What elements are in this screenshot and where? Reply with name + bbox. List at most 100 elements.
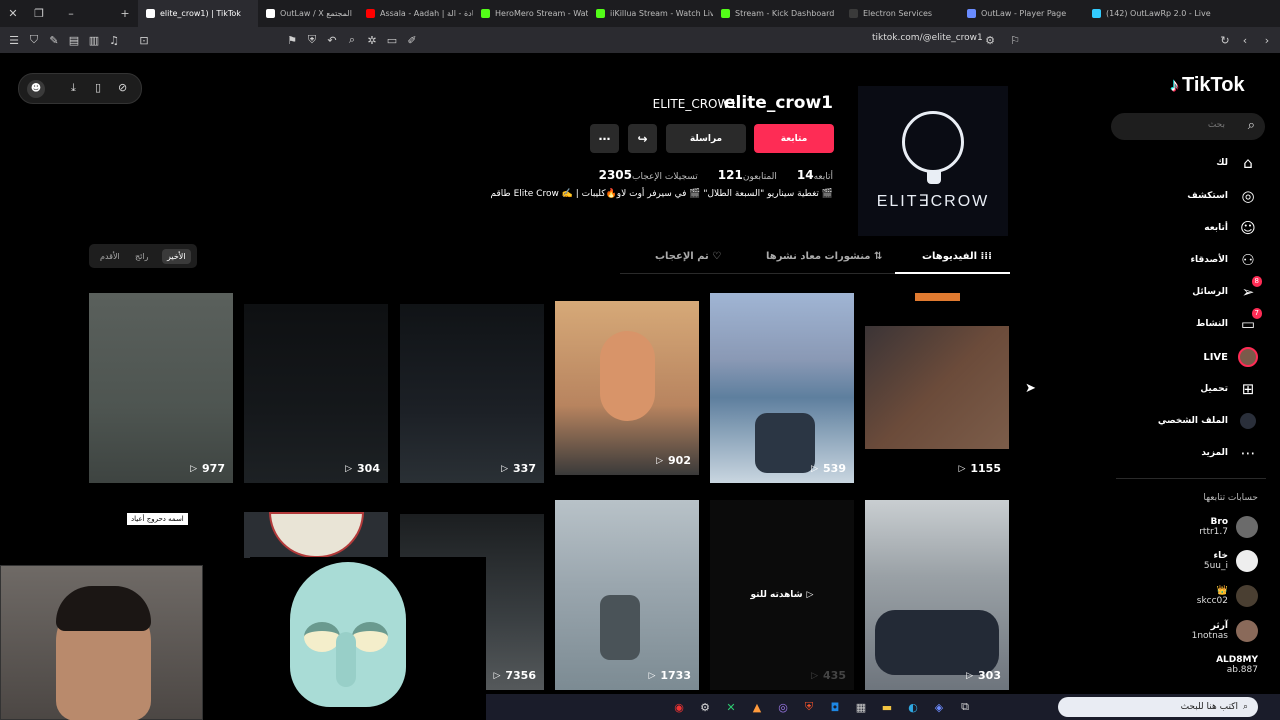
followers-stat[interactable]: المتابعون121	[712, 164, 777, 183]
sidebar-item-live[interactable]: LIVE	[1203, 347, 1258, 367]
download-icon[interactable]: ⤓	[71, 81, 76, 95]
brave-icon[interactable]: ⛨	[796, 697, 822, 717]
tabs-icon[interactable]: ▤	[64, 30, 84, 50]
app-red-icon[interactable]: ◉	[666, 697, 692, 717]
video-card[interactable]: ▷ 1155	[865, 293, 1009, 483]
view-count: ▷ 1155	[958, 462, 1001, 475]
sidebar-item-activity[interactable]: النشاط ▭ 7	[1196, 308, 1262, 334]
tab-kick-heromero[interactable]: HeroMero Stream - Watch	[473, 0, 588, 27]
sort-latest[interactable]: الأخير	[162, 249, 191, 264]
following-account[interactable]: آرثر 1notnas	[1192, 620, 1258, 642]
video-card[interactable]: ▷ 1733	[555, 500, 699, 690]
bot-icon[interactable]: ☻	[27, 80, 45, 98]
sort-popular[interactable]: رائج	[130, 249, 153, 264]
sidebar-item-label: المزيد	[1201, 448, 1228, 458]
address-bar[interactable]: tiktok.com/@elite_crow1	[872, 33, 983, 43]
minimize-window-icon[interactable]: –	[58, 0, 84, 27]
tab-outlawrp[interactable]: (142) OutLawRp 2.0 - Live	[1084, 0, 1224, 27]
copilot-icon[interactable]: ◈	[926, 697, 952, 717]
tab-outlaw-player[interactable]: OutLaw - Player Page	[959, 0, 1084, 27]
forward-icon[interactable]: ›	[1257, 30, 1277, 50]
app-purple-icon[interactable]: ◎	[770, 697, 796, 717]
message-button[interactable]: مراسلة	[666, 124, 746, 153]
following-account[interactable]: Bro rttr1.7	[1199, 516, 1258, 538]
app-orange-icon[interactable]: ▲	[744, 697, 770, 717]
shield-icon[interactable]: ⛉	[24, 30, 44, 50]
tab-reposts[interactable]: منشورات معاد نشرها ⇅	[766, 251, 882, 262]
tab-tiktok[interactable]: elite_crow1) | TikTok	[138, 0, 258, 27]
tab-label: Electron Services	[863, 9, 933, 18]
phone-icon[interactable]: ▯	[95, 81, 101, 94]
follow-button[interactable]: متابعة	[754, 124, 834, 153]
account-handle: skcc02	[1196, 596, 1228, 606]
profile-avatar[interactable]: ELIT∃CROW	[858, 86, 1008, 236]
video-card[interactable]: ▷ 902	[555, 301, 699, 475]
site-settings-icon[interactable]: ⚙	[980, 30, 1000, 50]
tab-electron[interactable]: Electron Services	[841, 0, 959, 27]
video-card[interactable]: ▷ 304	[244, 304, 388, 483]
search-page-icon[interactable]: ⌕	[342, 30, 362, 50]
new-tab-icon[interactable]: +	[112, 0, 138, 27]
edge-icon[interactable]: ◐	[900, 697, 926, 717]
video-card[interactable]: ▷ 539	[710, 293, 854, 483]
sidebar-item-explore[interactable]: استكشف ◎	[1187, 186, 1258, 206]
following-account[interactable]: 👑 skcc02	[1197, 585, 1258, 607]
screenshot-icon[interactable]: ⊡	[134, 30, 154, 50]
back-icon[interactable]: ‹	[1235, 30, 1255, 50]
tiktok-tab-icon	[146, 9, 155, 18]
tab-liked[interactable]: تم الإعجاب ♡	[655, 251, 721, 262]
taskbar-search[interactable]: اكتب هنا للبحث ⌕	[1058, 697, 1258, 717]
sidebar-item-friends[interactable]: الأصدقاء ⚇	[1190, 250, 1258, 270]
tab-kick-iikillua[interactable]: iiKillua Stream - Watch Liv	[588, 0, 713, 27]
sidebar-item-for-you[interactable]: لك ⌂	[1216, 153, 1258, 173]
video-card[interactable]: ▷ 337	[400, 304, 544, 483]
back-arrow-icon[interactable]: ↶	[322, 30, 342, 50]
following-stat[interactable]: أتابعه14	[791, 164, 833, 183]
profile-bio: طاقم Elite Crow ✍️ | تغطية سيناريو "السب…	[490, 189, 834, 199]
share-icon[interactable]: ↪	[628, 124, 657, 153]
sidebar-item-upload[interactable]: تحميل ⊞	[1200, 379, 1258, 399]
following-account[interactable]: ALD8MY ab.887	[1216, 655, 1258, 675]
explorer-icon[interactable]: ▬	[874, 697, 900, 717]
cast-icon[interactable]: ▭	[382, 30, 402, 50]
sidebar-item-following[interactable]: أتابعه ☺	[1204, 218, 1258, 238]
brave-shield-icon[interactable]: ⛨	[302, 30, 322, 50]
tab-youtube[interactable]: Assala - Aadah | عادة - الة	[358, 0, 473, 27]
sidebar-item-more[interactable]: المزيد ⋯	[1201, 443, 1258, 463]
task-view-icon[interactable]: ⧉	[952, 697, 978, 717]
close-window-icon[interactable]: ✕	[0, 0, 26, 27]
video-card[interactable]: ▷ 977	[89, 293, 233, 483]
tab-kick-dashboard[interactable]: Stream - Kick Dashboard	[713, 0, 841, 27]
video-card[interactable]	[244, 512, 388, 558]
menu-icon[interactable]: ☰	[4, 30, 24, 50]
restore-window-icon[interactable]: ❐	[26, 0, 52, 27]
sidebar-item-messages[interactable]: الرسائل ➢ 8	[1192, 276, 1262, 302]
search-icon[interactable]: ⌕	[1248, 118, 1255, 133]
steam-icon[interactable]: ⚙	[692, 697, 718, 717]
reload-icon[interactable]: ↻	[1215, 30, 1235, 50]
bookmark-icon[interactable]: ⚐	[1005, 30, 1025, 50]
draw-icon[interactable]: ✐	[402, 30, 422, 50]
tab-x-community[interactable]: OutLaw / X المجتمع	[258, 0, 358, 27]
extensions-icon[interactable]: ✎	[44, 30, 64, 50]
tiktok-logo[interactable]: ♪ TikTok	[1170, 74, 1245, 97]
tab-videos[interactable]: الفيديوهات ⁞⁞⁞	[922, 251, 992, 262]
translate-icon[interactable]: ✲	[362, 30, 382, 50]
taskbar-search-text: اكتب هنا للبحث	[1180, 702, 1238, 712]
compass-mini-icon[interactable]: ⊘	[118, 81, 127, 94]
sort-oldest[interactable]: الأقدم	[95, 249, 125, 264]
search-input[interactable]: بحث ⌕	[1111, 113, 1265, 140]
extension-red-icon[interactable]: ⚑	[282, 30, 302, 50]
sidebar-icon[interactable]: ▥	[84, 30, 104, 50]
following-account[interactable]: خاء 5uu_i	[1204, 550, 1258, 572]
video-card[interactable]: شاهدته للتو ▷ ▷ 435	[710, 500, 854, 690]
video-card[interactable]: ▷ 303	[865, 500, 1009, 690]
music-icon[interactable]: ♫	[104, 30, 124, 50]
sidebar-item-label: استكشف	[1187, 191, 1228, 201]
more-options-icon[interactable]: ⋯	[590, 124, 619, 153]
xbox-icon[interactable]: ✕	[718, 697, 744, 717]
store-icon[interactable]: ▦	[848, 697, 874, 717]
outlook-icon[interactable]: ◘	[822, 697, 848, 717]
account-handle: rttr1.7	[1199, 527, 1228, 537]
sidebar-item-profile[interactable]: الملف الشخصي	[1158, 411, 1258, 431]
